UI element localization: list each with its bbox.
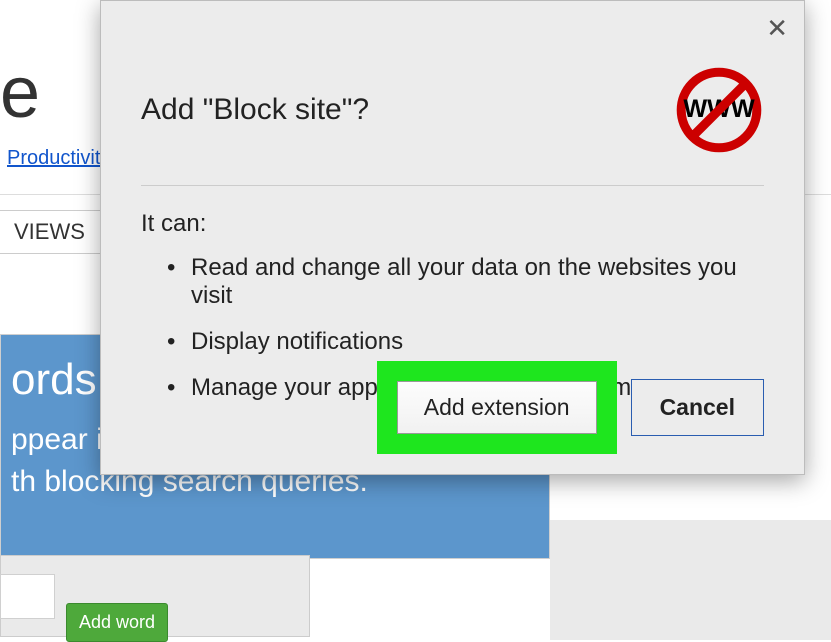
dialog-title: Add "Block site"? (141, 93, 369, 127)
permission-item: Display notifications (167, 328, 764, 356)
extension-icon: WWW (674, 65, 764, 155)
permission-item: Read and change all your data on the web… (167, 254, 764, 310)
permissions-heading: It can: (141, 210, 764, 238)
word-input[interactable] (0, 574, 55, 619)
add-extension-button[interactable]: Add extension (397, 381, 597, 434)
dialog-header: Add "Block site"? WWW (141, 65, 764, 186)
add-extension-dialog: ✕ Add "Block site"? WWW It can: Read and… (100, 0, 805, 475)
background-title-fragment: e (0, 52, 40, 134)
close-icon[interactable]: ✕ (766, 13, 788, 44)
highlight-box: Add extension (377, 361, 617, 454)
background-right-strip (550, 520, 831, 640)
cancel-button[interactable]: Cancel (631, 379, 764, 436)
views-tab[interactable]: VIEWS (0, 210, 100, 254)
productivity-link[interactable]: Productivit (7, 147, 100, 170)
add-word-button[interactable]: Add word (66, 603, 168, 642)
dialog-button-row: Add extension Cancel (377, 361, 764, 454)
